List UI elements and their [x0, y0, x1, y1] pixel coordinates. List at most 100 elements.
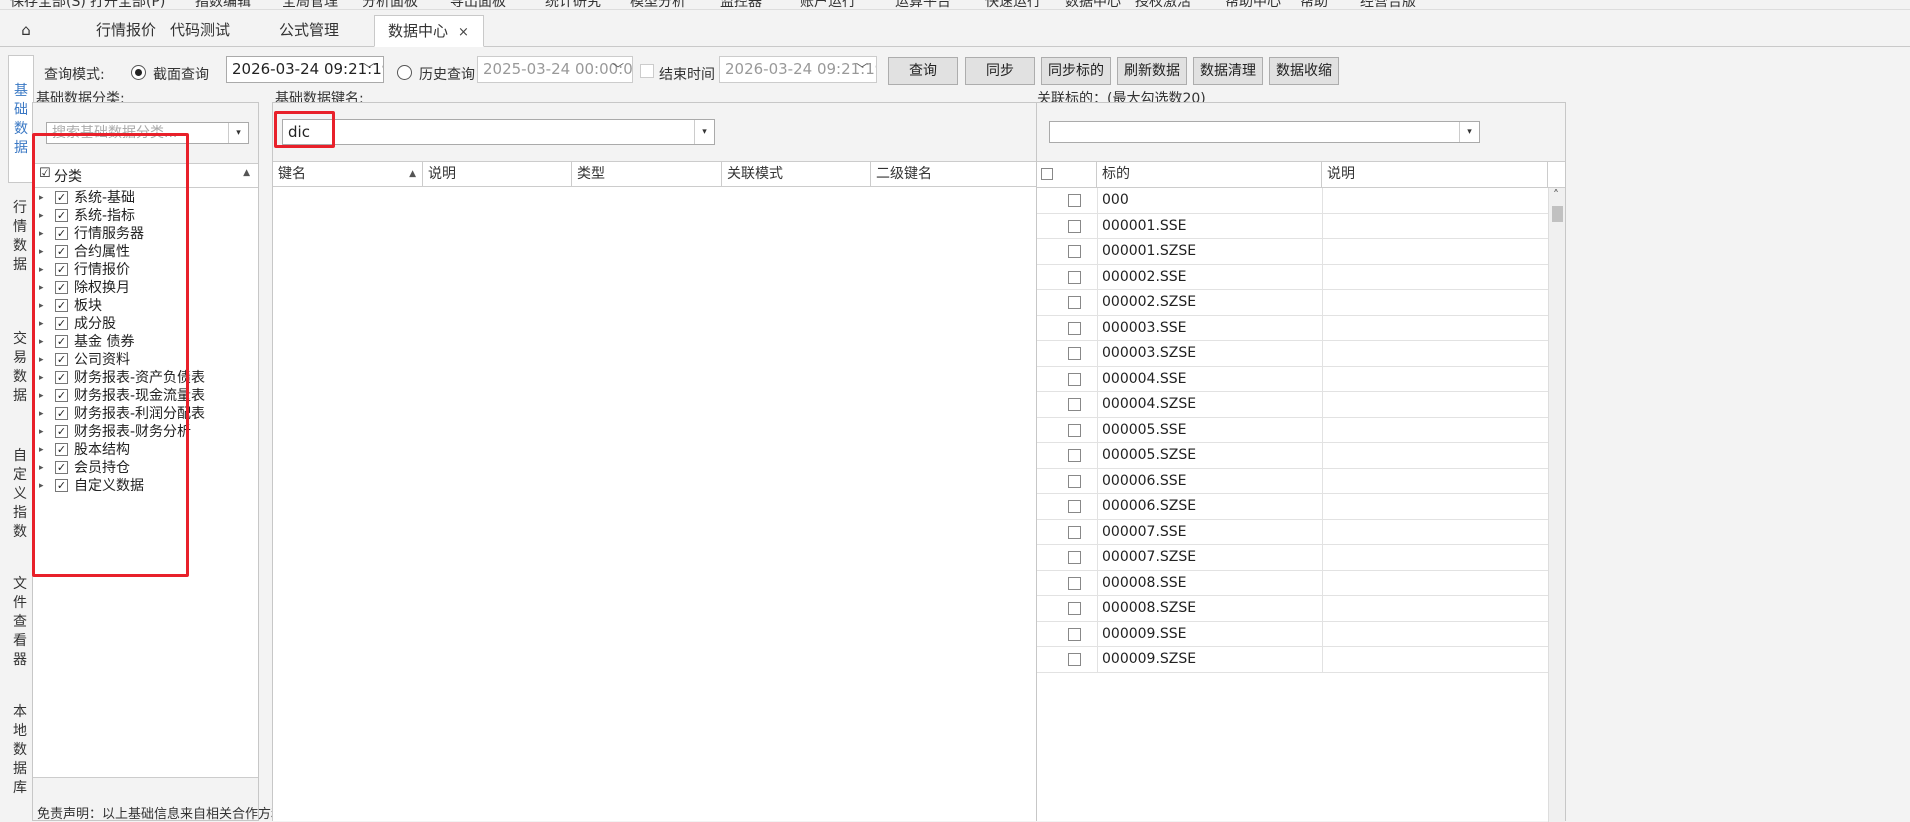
toolbar-item[interactable]: 快速运行 — [985, 0, 1041, 9]
row-checkbox[interactable] — [1068, 270, 1081, 284]
row-checkbox[interactable] — [1068, 551, 1081, 564]
table-row[interactable]: 000002.SZSE — [1037, 290, 1548, 316]
table-row[interactable]: 000008.SSE — [1037, 570, 1548, 596]
table-row[interactable]: 000 — [1037, 188, 1548, 214]
toolbar-item[interactable]: 运算平台 — [895, 0, 951, 9]
table-row[interactable]: 000009.SSE — [1037, 621, 1548, 647]
row-checkbox[interactable] — [1068, 347, 1081, 360]
row-checkbox[interactable] — [1068, 500, 1081, 513]
toolbar-item[interactable]: 模型分析 — [630, 0, 686, 9]
toolbar-item[interactable]: 经营合版 — [1360, 0, 1416, 9]
table-row[interactable]: 000003.SSE — [1037, 315, 1548, 341]
table-row[interactable]: 000004.SZSE — [1037, 392, 1548, 418]
toolbar-item[interactable]: 统计研究 — [545, 0, 601, 9]
toolbar-item[interactable]: 数据中心 — [1065, 0, 1121, 9]
sync-button[interactable]: 同步 — [965, 57, 1035, 85]
toolbar-item[interactable]: 指数编辑 — [195, 0, 251, 9]
table-row[interactable]: 000007.SSE — [1037, 519, 1548, 545]
dropdown-arrow-icon[interactable]: ▾ — [228, 123, 248, 143]
tab-market-quotes[interactable]: 行情报价 — [88, 15, 164, 47]
col-symbol-description[interactable]: 说明 — [1322, 162, 1548, 187]
toolbar-item[interactable]: 保存全部(S) — [10, 0, 86, 9]
table-row[interactable]: 000001.SSE — [1037, 213, 1548, 239]
table-row[interactable]: 000002.SSE — [1037, 264, 1548, 290]
radio-snapshot-label[interactable]: 截面查询 — [153, 64, 209, 84]
related-scrollbar[interactable]: ˄ — [1548, 188, 1565, 822]
toolbar-item[interactable]: 打开全部(P) — [90, 0, 165, 9]
toolbar-item[interactable]: 帮助中心 — [1225, 0, 1281, 9]
row-checkbox[interactable] — [1068, 219, 1081, 233]
row-checkbox[interactable] — [1068, 525, 1081, 539]
data-shrink-button[interactable]: 数据收缩 — [1269, 57, 1339, 85]
nav-trade-data[interactable]: 交易数据 — [8, 330, 32, 406]
nav-basic-data[interactable]: 基础数据 — [8, 55, 34, 183]
row-checkbox[interactable] — [1068, 653, 1081, 666]
radio-snapshot[interactable] — [131, 65, 146, 80]
tab-code-test[interactable]: 代码测试 — [162, 15, 238, 47]
select-all-checkbox[interactable] — [1041, 168, 1053, 180]
data-cleanup-button[interactable]: 数据清理 — [1193, 57, 1263, 85]
toolbar-item[interactable]: 账户运行 — [800, 0, 856, 9]
sync-symbols-button[interactable]: 同步标的 — [1041, 57, 1111, 85]
radio-history-label[interactable]: 历史查询 — [419, 64, 475, 84]
table-row[interactable]: 000001.SZSE — [1037, 239, 1548, 265]
row-checkbox[interactable] — [1068, 296, 1081, 309]
toolbar-item[interactable]: 授权激活 — [1135, 0, 1191, 9]
history-start-picker[interactable]: 2025-03-24 00:00:00 ﹀ — [477, 56, 633, 83]
row-checkbox[interactable] — [1068, 245, 1081, 258]
row-checkbox[interactable] — [1068, 398, 1081, 411]
snapshot-time-picker[interactable]: 2026-03-24 09:21:19 ﹀ — [226, 56, 384, 83]
table-row[interactable]: 000006.SZSE — [1037, 494, 1548, 520]
col-select-all[interactable] — [1037, 162, 1097, 187]
table-row[interactable]: 000004.SSE — [1037, 366, 1548, 392]
col-key-name[interactable]: 键名 ▲ — [273, 162, 423, 187]
toolbar-item[interactable]: 全局管理 — [282, 0, 338, 9]
nav-market-data[interactable]: 行情数据 — [8, 199, 32, 275]
row-checkbox[interactable] — [1068, 602, 1081, 615]
end-time-checkbox[interactable] — [640, 64, 654, 78]
chevron-down-icon[interactable]: ﹀ — [363, 57, 375, 82]
col-description[interactable]: 说明 — [423, 162, 572, 187]
row-checkbox[interactable] — [1068, 423, 1081, 437]
row-checkbox[interactable] — [1068, 194, 1081, 207]
row-checkbox[interactable] — [1068, 321, 1081, 335]
close-icon[interactable]: × — [458, 25, 469, 40]
table-row[interactable]: 000005.SSE — [1037, 417, 1548, 443]
refresh-data-button[interactable]: 刷新数据 — [1117, 57, 1187, 85]
nav-file-viewer[interactable]: 文件查看器 — [8, 575, 32, 670]
row-checkbox[interactable] — [1068, 627, 1081, 641]
col-link-mode[interactable]: 关联模式 — [722, 162, 871, 187]
table-row[interactable]: 000009.SZSE — [1037, 647, 1548, 673]
toolbar-item[interactable]: 分析面板 — [362, 0, 418, 9]
dropdown-arrow-icon[interactable]: ▾ — [694, 120, 714, 144]
scroll-up-icon[interactable]: ˄ — [1553, 188, 1559, 202]
row-checkbox[interactable] — [1068, 449, 1081, 462]
chevron-down-icon[interactable]: ﹀ — [856, 57, 868, 82]
row-checkbox[interactable] — [1068, 372, 1081, 386]
table-row[interactable]: 000006.SSE — [1037, 468, 1548, 494]
col-type[interactable]: 类型 — [572, 162, 722, 187]
nav-local-database[interactable]: 本地数据库 — [8, 703, 32, 798]
table-row[interactable]: 000003.SZSE — [1037, 341, 1548, 367]
table-row[interactable]: 000007.SZSE — [1037, 545, 1548, 571]
radio-history[interactable] — [397, 65, 412, 80]
col-secondary-key[interactable]: 二级键名 — [871, 162, 1060, 187]
dropdown-arrow-icon[interactable]: ▾ — [1459, 122, 1479, 142]
row-checkbox[interactable] — [1068, 474, 1081, 488]
scroll-thumb[interactable] — [1552, 206, 1563, 222]
tab-formula-management[interactable]: 公式管理 — [271, 15, 347, 47]
nav-custom-index[interactable]: 自定义指数 — [8, 447, 32, 542]
home-icon[interactable]: ⌂ — [8, 15, 44, 47]
table-row[interactable]: 000005.SZSE — [1037, 443, 1548, 469]
history-end-picker[interactable]: 2026-03-24 09:21:19 ﹀ — [719, 56, 877, 83]
toolbar-item[interactable]: 监控器 — [720, 0, 762, 9]
col-symbol[interactable]: 标的 — [1097, 162, 1322, 187]
related-search-input[interactable]: ▾ — [1049, 121, 1480, 143]
sort-ascending-icon[interactable]: ▲ — [243, 168, 250, 178]
chevron-down-icon[interactable]: ﹀ — [612, 57, 624, 82]
query-button[interactable]: 查询 — [888, 57, 958, 85]
table-row[interactable]: 000008.SZSE — [1037, 596, 1548, 622]
toolbar-item[interactable]: 帮助 — [1300, 0, 1328, 9]
keyname-input[interactable]: dic ▾ — [282, 119, 715, 145]
toolbar-item[interactable]: 导出面板 — [450, 0, 506, 9]
